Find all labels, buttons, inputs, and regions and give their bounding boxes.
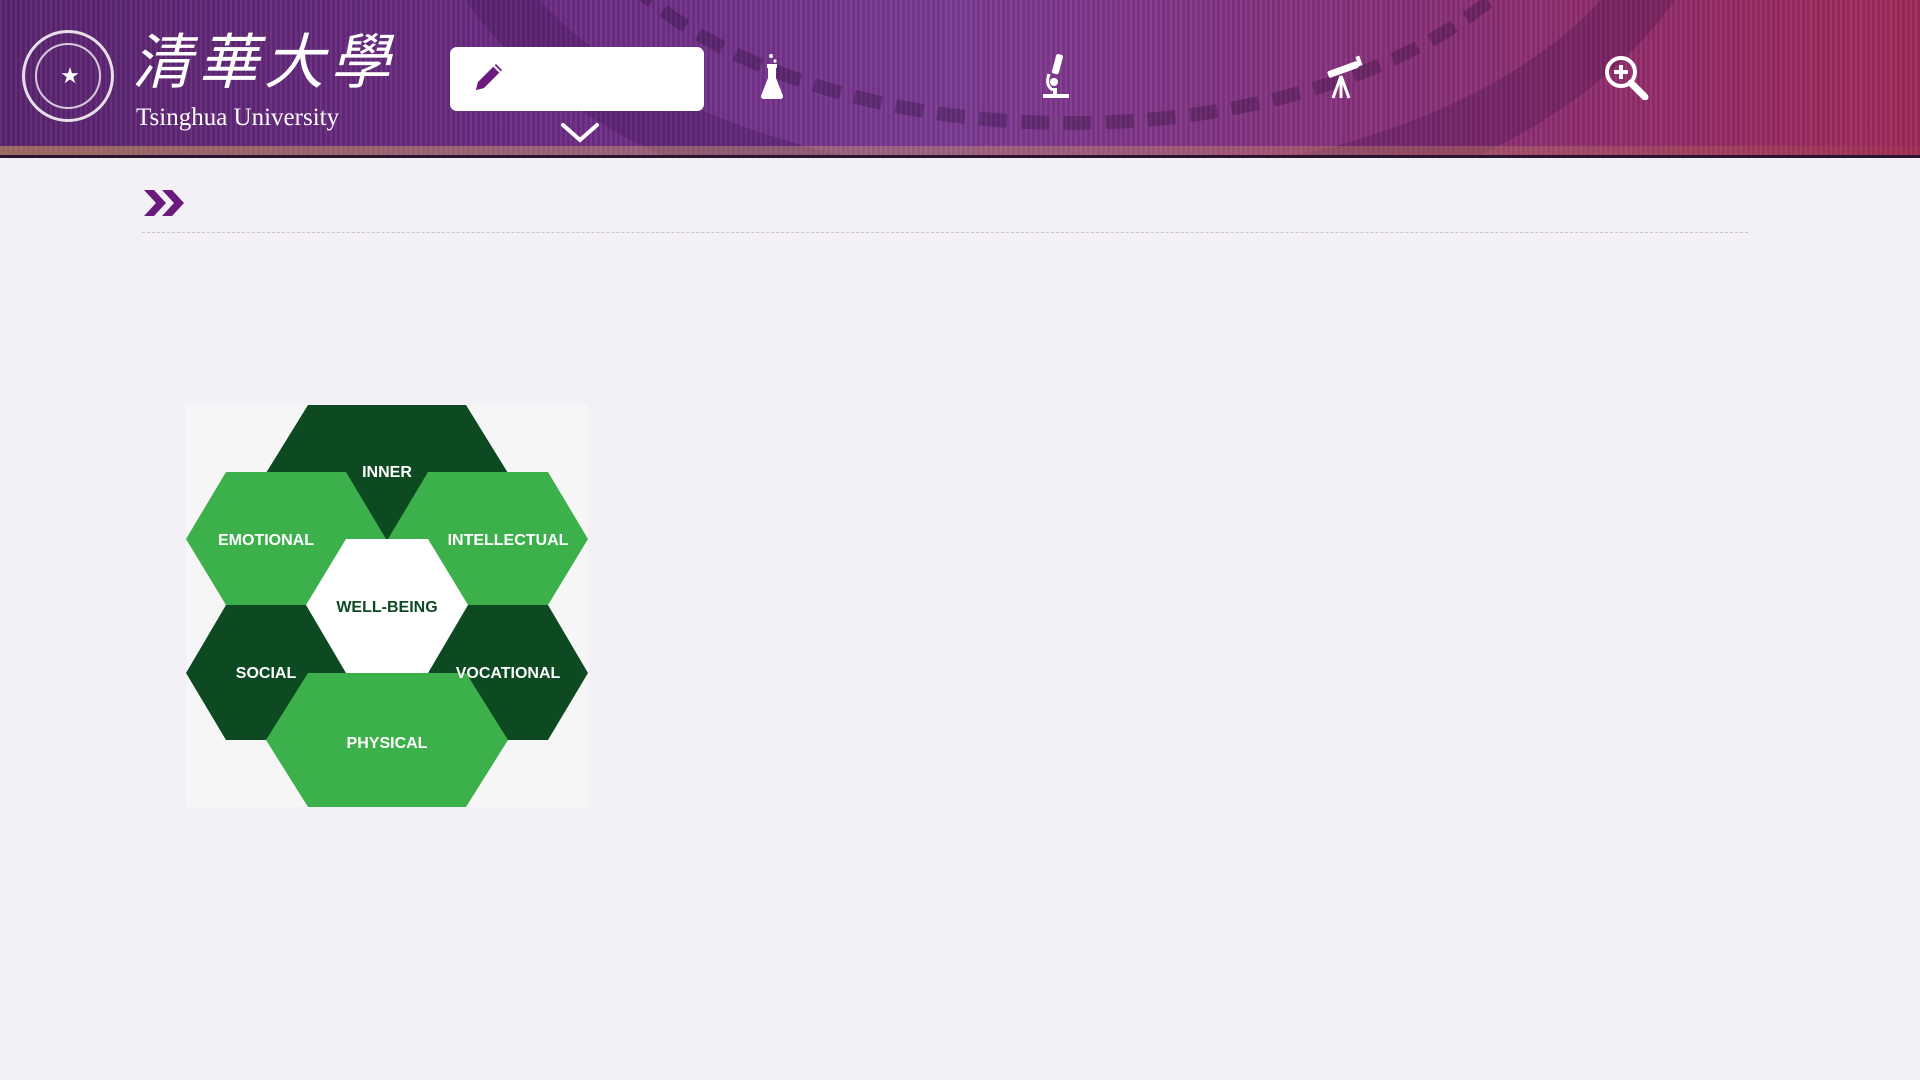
university-logo[interactable]: ★ 清華大學 Tsinghua University [22,26,396,136]
nav-item-discover[interactable] [1594,47,1658,111]
logo-chinese-name: 清華大學 [132,28,396,98]
hex-label-social: SOCIAL [236,665,297,682]
flask-icon [757,52,787,107]
telescope-icon [1321,54,1363,105]
zoom-in-icon [1603,54,1649,105]
hex-label-vocational: VOCATIONAL [456,665,561,682]
double-chevron-right-icon [142,184,188,224]
pencil-icon [468,56,510,103]
nav-item-write[interactable] [450,47,704,111]
logo-english-name: Tsinghua University [136,104,340,131]
hex-label-intellectual: INTELLECTUAL [448,532,569,549]
hex-label-inner: INNER [362,464,412,481]
well-being-hexagon-image: INNER INTELLECTUAL VOCATIONAL PHYSICAL S… [186,405,588,807]
site-header: ★ 清華大學 Tsinghua University [0,0,1920,158]
nav-item-experiment[interactable] [740,47,804,111]
hex-label-emotional: EMOTIONAL [218,532,314,549]
nav-item-explore[interactable] [1310,47,1374,111]
university-seal-icon: ★ [22,30,114,122]
nav-item-research[interactable] [1024,47,1088,111]
hex-label-physical: PHYSICAL [347,735,428,752]
hex-label-center: WELL-BEING [336,599,437,616]
chevron-down-icon[interactable] [560,120,600,146]
microscope-icon [1039,52,1073,107]
header-bottom-edge [0,155,1920,158]
section-divider [142,232,1748,233]
section-heading [142,184,1748,234]
